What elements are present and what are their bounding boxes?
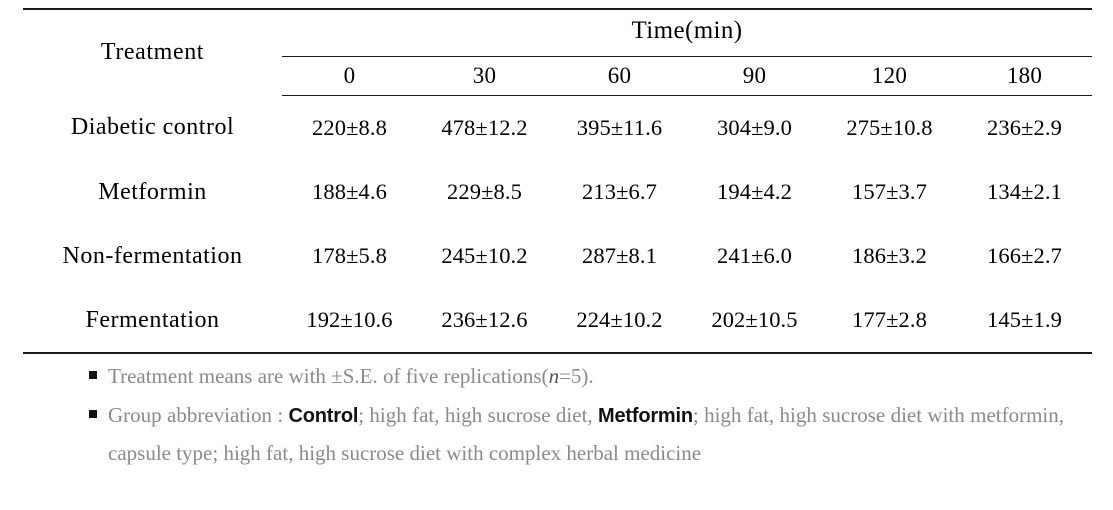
column-header-time-120: 120 <box>822 56 957 96</box>
cell-non-fermentation-180: 166±2.7 <box>987 243 1062 268</box>
table-row: Fermentation 192±10.6 236±12.6 224±10.2 … <box>23 288 1093 354</box>
cell-metformin-0: 188±4.6 <box>312 179 387 204</box>
table-footnotes: Treatment means are with ±S.E. of five r… <box>89 358 1064 474</box>
results-table: Treatment Time(min) 0 30 60 90 120 180 D… <box>23 8 1093 354</box>
cell-fermentation-60: 224±10.2 <box>552 288 687 354</box>
footnote-group-mid: ; high fat, high sucrose diet, <box>358 403 599 427</box>
cell-non-fermentation-60: 287±8.1 <box>582 243 657 268</box>
footnote-group-lead: Group abbreviation : <box>108 403 289 427</box>
table-head: Treatment Time(min) 0 30 60 90 120 180 <box>23 8 1093 96</box>
column-header-time-0: 0 <box>282 56 417 96</box>
table-row: Non-fermentation 178±5.8 245±10.2 287±8.… <box>23 224 1092 288</box>
cell-diabetic-control-180: 236±2.9 <box>987 115 1062 140</box>
footnote-replications-text: Treatment means are with ±S.E. of five r… <box>108 358 1064 395</box>
column-header-time-30: 30 <box>417 56 552 96</box>
column-header-time-60: 60 <box>552 56 687 96</box>
cell-diabetic-control-30: 478±12.2 <box>441 115 528 140</box>
table-row: Metformin 188±4.6 229±8.5 213±6.7 194±4.… <box>23 160 1092 224</box>
column-header-time-180: 180 <box>957 56 1093 96</box>
cell-diabetic-control-60: 395±11.6 <box>576 115 663 140</box>
cell-non-fermentation-90: 241±6.0 <box>717 243 792 268</box>
cell-metformin-180: 134±2.1 <box>987 179 1062 204</box>
cell-diabetic-control-120: 275±10.8 <box>846 115 933 140</box>
cell-metformin-90: 194±4.2 <box>717 179 792 204</box>
cell-metformin-120: 157±3.7 <box>852 179 927 204</box>
column-header-time-90: 90 <box>687 56 822 96</box>
column-header-treatment: Treatment <box>23 8 282 96</box>
cell-non-fermentation-120: 186±3.2 <box>852 243 927 268</box>
cell-diabetic-control-0: 220±8.8 <box>312 115 387 140</box>
cell-fermentation-120: 177±2.8 <box>822 288 957 354</box>
table-body: Diabetic control 220±8.8 478±12.2 395±11… <box>23 96 1093 354</box>
footnote-group-abbreviation-text: Group abbreviation : Control; high fat, … <box>108 397 1064 472</box>
cell-non-fermentation-0: 178±5.8 <box>312 243 387 268</box>
cell-fermentation-30: 236±12.6 <box>417 288 552 354</box>
cell-metformin-30: 229±8.5 <box>447 179 522 204</box>
footnote-replications: Treatment means are with ±S.E. of five r… <box>89 358 1064 395</box>
cell-diabetic-control-90: 304±9.0 <box>717 115 792 140</box>
row-label-diabetic-control: Diabetic control <box>70 114 235 141</box>
bullet-square-icon <box>89 410 97 418</box>
table-figure: Treatment Time(min) 0 30 60 90 120 180 D… <box>0 0 1113 510</box>
footnote-group-abbreviation: Group abbreviation : Control; high fat, … <box>89 397 1064 472</box>
cell-non-fermentation-30: 245±10.2 <box>441 243 528 268</box>
footnote-group-strong-metformin: Metformin <box>598 405 693 427</box>
footnote-replications-tail: =5). <box>559 364 594 388</box>
row-label-non-fermentation: Non-fermentation <box>62 242 243 269</box>
row-label-metformin: Metformin <box>98 178 207 205</box>
bullet-square-icon <box>89 371 97 379</box>
table-row: Diabetic control 220±8.8 478±12.2 395±11… <box>23 96 1092 161</box>
row-label-fermentation: Fermentation <box>23 288 282 354</box>
table-container: Treatment Time(min) 0 30 60 90 120 180 D… <box>23 8 1093 354</box>
cell-metformin-60: 213±6.7 <box>582 179 657 204</box>
footnote-replications-lead: Treatment means are with ±S.E. of five r… <box>108 364 549 388</box>
header-row-group: Treatment Time(min) <box>23 8 1093 96</box>
footnote-group-strong-control: Control <box>288 405 359 427</box>
footnote-replications-italic-n: n <box>548 364 560 388</box>
cell-fermentation-90: 202±10.5 <box>687 288 822 354</box>
column-header-time-group: Time(min) <box>282 8 1093 57</box>
cell-fermentation-180: 145±1.9 <box>957 288 1093 354</box>
cell-fermentation-0: 192±10.6 <box>282 288 417 354</box>
